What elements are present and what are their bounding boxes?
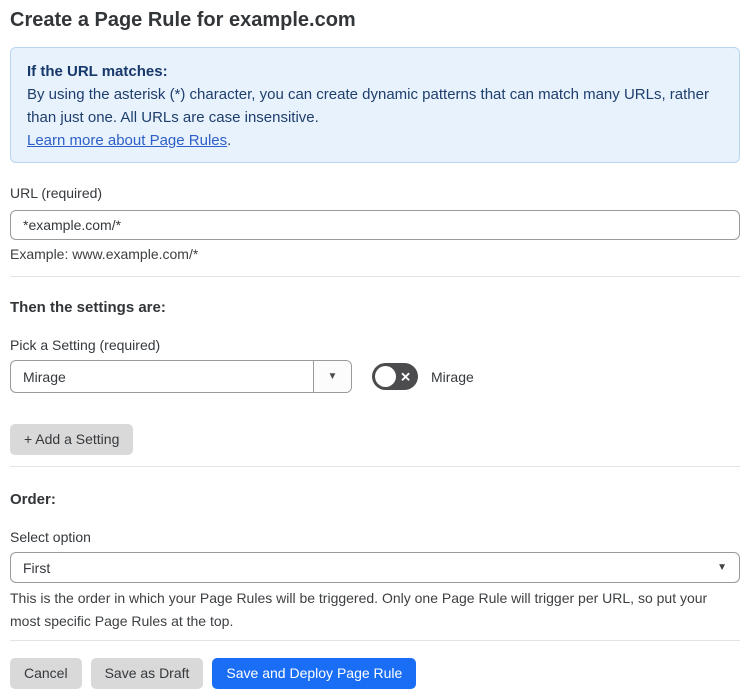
save-deploy-button[interactable]: Save and Deploy Page Rule: [212, 658, 417, 689]
toggle-knob: [375, 366, 396, 387]
order-select[interactable]: First ▼: [10, 552, 740, 583]
cancel-button[interactable]: Cancel: [10, 658, 82, 689]
info-box-heading: If the URL matches:: [27, 63, 168, 80]
learn-more-link[interactable]: Learn more about Page Rules: [27, 132, 227, 149]
caret-down-icon[interactable]: ▼: [313, 361, 351, 392]
caret-down-icon: ▼: [717, 562, 727, 573]
link-suffix: .: [227, 132, 232, 149]
url-match-info-box: If the URL matches: By using the asteris…: [10, 47, 740, 163]
divider: [10, 466, 740, 467]
setting-picker-label: Pick a Setting (required): [10, 337, 161, 353]
divider: [10, 640, 740, 641]
info-box-body: By using the asterisk (*) character, you…: [27, 86, 709, 126]
info-box-link-line: Learn more about Page Rules.: [27, 129, 723, 152]
url-field-helper: Example: www.example.com/*: [10, 246, 199, 262]
toggle-label: Mirage: [431, 368, 474, 385]
url-input[interactable]: [10, 210, 740, 240]
save-draft-button[interactable]: Save as Draft: [90, 658, 204, 689]
page-rule-form: Create a Page Rule for example.com If th…: [0, 0, 750, 699]
order-select-label: Select option: [10, 529, 91, 545]
setting-picker-value: Mirage: [23, 368, 66, 385]
add-setting-button[interactable]: + Add a Setting: [10, 424, 134, 455]
setting-picker-dropdown[interactable]: Mirage ▼: [10, 360, 352, 393]
toggle-x-icon: ✕: [400, 369, 411, 384]
order-helper-text: This is the order in which your Page Rul…: [10, 590, 708, 629]
url-field-label: URL (required): [10, 185, 103, 201]
setting-row: Mirage ▼ ✕ Mirage: [10, 360, 740, 393]
order-section-heading: Order:: [10, 491, 56, 508]
footer-buttons: Cancel Save as Draft Save and Deploy Pag…: [10, 658, 740, 689]
page-title: Create a Page Rule for example.com: [10, 9, 356, 31]
order-select-value: First: [23, 559, 51, 576]
settings-section-heading: Then the settings are:: [10, 299, 166, 316]
divider: [10, 276, 740, 277]
mirage-toggle[interactable]: ✕: [372, 363, 418, 390]
